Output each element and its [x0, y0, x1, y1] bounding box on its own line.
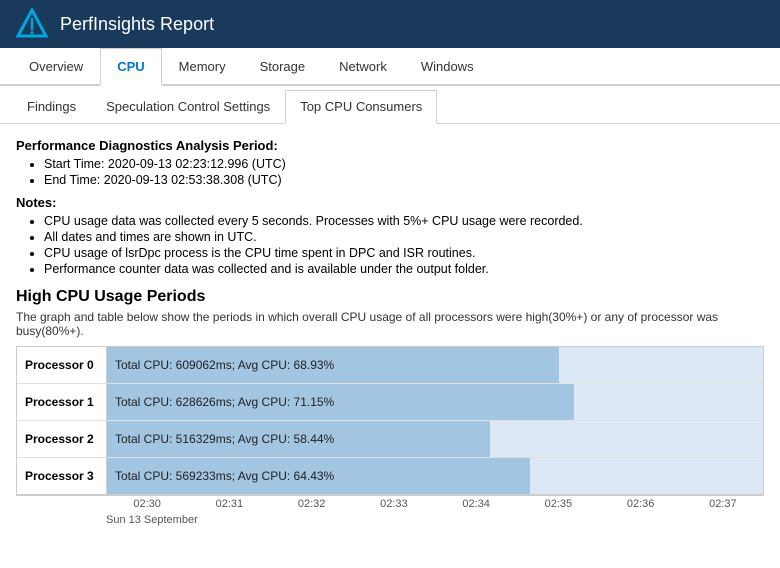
x-label-2: 02:32: [271, 496, 353, 512]
main-content: Performance Diagnostics Analysis Period:…: [0, 124, 780, 558]
processor-bar-text-0: Total CPU: 609062ms; Avg CPU: 68.93%: [115, 358, 334, 372]
tab-memory[interactable]: Memory: [162, 48, 243, 86]
tab-windows[interactable]: Windows: [404, 48, 491, 86]
x-label-1: 02:31: [188, 496, 270, 512]
processor-row-3: Processor 3 Total CPU: 569233ms; Avg CPU…: [17, 458, 763, 494]
subtab-speculation[interactable]: Speculation Control Settings: [91, 90, 285, 124]
app-header: PerfInsights Report: [0, 0, 780, 48]
note-3: Performance counter data was collected a…: [44, 262, 764, 276]
subtab-top-cpu[interactable]: Top CPU Consumers: [285, 90, 437, 124]
cpu-chart: Processor 0 Total CPU: 609062ms; Avg CPU…: [16, 346, 764, 495]
processor-bar-area-2: Total CPU: 516329ms; Avg CPU: 58.44%: [107, 421, 763, 457]
x-label-0: 02:30: [106, 496, 188, 512]
x-label-5: 02:35: [517, 496, 599, 512]
analysis-bullet-1: End Time: 2020-09-13 02:53:38.308 (UTC): [44, 173, 764, 187]
x-axis: 02:30 02:31 02:32 02:33 02:34 02:35 02:3…: [16, 495, 764, 512]
analysis-bullet-0: Start Time: 2020-09-13 02:23:12.996 (UTC…: [44, 157, 764, 171]
processor-row-0: Processor 0 Total CPU: 609062ms; Avg CPU…: [17, 347, 763, 384]
main-tab-bar: Overview CPU Memory Storage Network Wind…: [0, 48, 780, 86]
note-2: CPU usage of lsrDpc process is the CPU t…: [44, 246, 764, 260]
processor-bar-area-0: Total CPU: 609062ms; Avg CPU: 68.93%: [107, 347, 763, 383]
processor-label-3: Processor 3: [17, 458, 107, 494]
processor-label-1: Processor 1: [17, 384, 107, 420]
processor-bar-area-3: Total CPU: 569233ms; Avg CPU: 64.43%: [107, 458, 763, 494]
high-cpu-desc: The graph and table below show the perio…: [16, 310, 764, 338]
note-1: All dates and times are shown in UTC.: [44, 230, 764, 244]
tab-network[interactable]: Network: [322, 48, 404, 86]
x-label-4: 02:34: [435, 496, 517, 512]
subtab-findings[interactable]: Findings: [12, 90, 91, 124]
processor-bar-text-2: Total CPU: 516329ms; Avg CPU: 58.44%: [115, 432, 334, 446]
notes-label: Notes:: [16, 195, 764, 210]
x-axis-sublabel: Sun 13 September: [16, 512, 764, 526]
processor-label-0: Processor 0: [17, 347, 107, 383]
processor-bar-text-3: Total CPU: 569233ms; Avg CPU: 64.43%: [115, 469, 334, 483]
analysis-bullets: Start Time: 2020-09-13 02:23:12.996 (UTC…: [16, 157, 764, 187]
high-cpu-title: High CPU Usage Periods: [16, 288, 764, 306]
notes-bullets: CPU usage data was collected every 5 sec…: [16, 214, 764, 276]
processor-bar-text-1: Total CPU: 628626ms; Avg CPU: 71.15%: [115, 395, 334, 409]
processor-label-2: Processor 2: [17, 421, 107, 457]
app-logo: [16, 8, 48, 40]
processor-bar-area-1: Total CPU: 628626ms; Avg CPU: 71.15%: [107, 384, 763, 420]
processor-row-1: Processor 1 Total CPU: 628626ms; Avg CPU…: [17, 384, 763, 421]
tab-cpu[interactable]: CPU: [100, 48, 161, 86]
tab-storage[interactable]: Storage: [243, 48, 323, 86]
note-0: CPU usage data was collected every 5 sec…: [44, 214, 764, 228]
x-label-7: 02:37: [682, 496, 764, 512]
tab-overview[interactable]: Overview: [12, 48, 100, 86]
processor-row-2: Processor 2 Total CPU: 516329ms; Avg CPU…: [17, 421, 763, 458]
app-title: PerfInsights Report: [60, 14, 214, 35]
x-label-6: 02:36: [600, 496, 682, 512]
sub-tab-bar: Findings Speculation Control Settings To…: [0, 90, 780, 124]
x-label-3: 02:33: [353, 496, 435, 512]
analysis-label: Performance Diagnostics Analysis Period:: [16, 138, 764, 153]
